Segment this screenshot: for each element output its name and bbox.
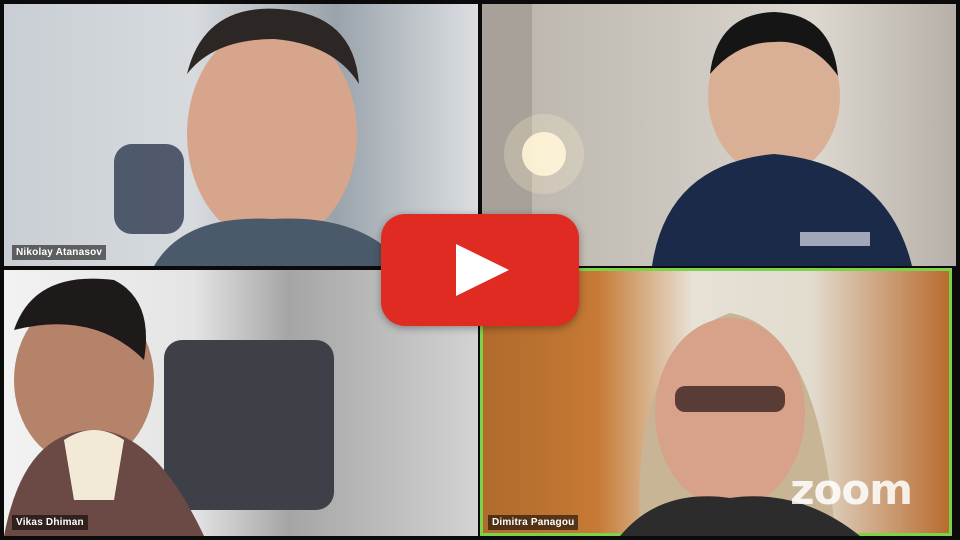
zoom-watermark: zoom	[790, 465, 913, 514]
participant-name-tag: Vikas Dhiman	[12, 515, 88, 530]
play-icon	[456, 244, 509, 296]
play-button[interactable]	[381, 214, 579, 326]
video-call-grid: Nikolay Atanasov Vikas Dhiman Dimitra Pa…	[0, 0, 960, 540]
participant-name-tag: Nikolay Atanasov	[12, 245, 107, 260]
participant-name-tag: Dimitra Panagou	[488, 515, 579, 530]
